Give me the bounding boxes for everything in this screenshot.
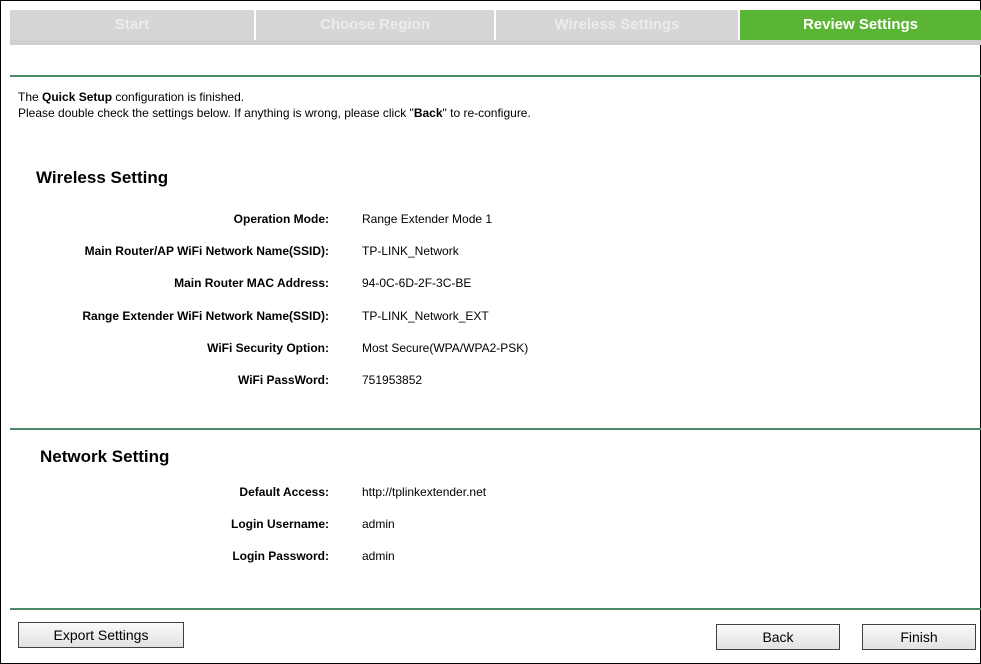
setting-row: Default Access: http://tplinkextender.ne… (0, 485, 981, 505)
bottom-divider (10, 608, 981, 610)
setting-label: Login Username: (230, 517, 329, 531)
intro-line-1: The Quick Setup configuration is finishe… (18, 89, 244, 105)
intro-line-2: Please double check the settings below. … (18, 105, 531, 121)
setting-value: http://tplinkextender.net (362, 485, 487, 499)
setting-label: Main Router MAC Address: (174, 276, 329, 290)
tab-review-settings: Review Settings (740, 10, 981, 40)
setting-row: WiFi PassWord: 751953852 (0, 373, 981, 393)
back-button[interactable]: Back (716, 624, 840, 650)
setting-value: Range Extender Mode 1 (362, 212, 493, 226)
setting-label: Operation Mode: (233, 212, 329, 226)
setting-row: Login Password: admin (0, 549, 981, 569)
finish-button[interactable]: Finish (862, 624, 976, 650)
tab-start: Start (10, 10, 256, 40)
intro-bold-back: Back (413, 106, 443, 120)
setting-label: Range Extender WiFi Network Name(SSID): (82, 309, 329, 323)
intro-text: The (18, 90, 43, 104)
tab-wireless-settings: Wireless Settings (496, 10, 740, 40)
wireless-section-title: Wireless Setting (36, 168, 169, 187)
network-section-title: Network Setting (40, 447, 170, 466)
setting-value: admin (362, 549, 395, 563)
setting-label: WiFi PassWord: (237, 373, 329, 387)
setting-label: Main Router/AP WiFi Network Name(SSID): (84, 244, 329, 258)
setting-row: Login Username: admin (0, 517, 981, 537)
export-settings-button[interactable]: Export Settings (18, 622, 184, 648)
setting-value: TP-LINK_Network_EXT (362, 309, 489, 323)
intro-bold-quick-setup: Quick Setup (42, 90, 113, 104)
top-divider (10, 75, 981, 77)
intro-text: configuration is finished. (112, 90, 245, 104)
setting-value: 751953852 (362, 373, 423, 387)
setting-row: Operation Mode: Range Extender Mode 1 (0, 212, 981, 232)
setting-value: 94-0C-6D-2F-3C-BE (362, 276, 472, 290)
setting-value: TP-LINK_Network (362, 244, 459, 258)
setting-label: Login Password: (232, 549, 329, 563)
setting-label: WiFi Security Option: (207, 341, 329, 355)
setting-row: WiFi Security Option: Most Secure(WPA/WP… (0, 341, 981, 361)
setting-row: Main Router/AP WiFi Network Name(SSID): … (0, 244, 981, 264)
wizard-tabs: Start Choose Region Wireless Settings Re… (10, 10, 981, 40)
setting-value: Most Secure(WPA/WPA2-PSK) (362, 341, 529, 355)
section-divider (10, 428, 981, 430)
setting-value: admin (362, 517, 395, 531)
tab-bar-underline (10, 40, 981, 45)
setting-label: Default Access: (239, 485, 329, 499)
tab-choose-region: Choose Region (256, 10, 496, 40)
intro-text: Please double check the settings below. … (18, 106, 414, 120)
setting-row: Range Extender WiFi Network Name(SSID): … (0, 309, 981, 329)
intro-text: " to re-configure. (442, 106, 531, 120)
setting-row: Main Router MAC Address: 94-0C-6D-2F-3C-… (0, 276, 981, 296)
